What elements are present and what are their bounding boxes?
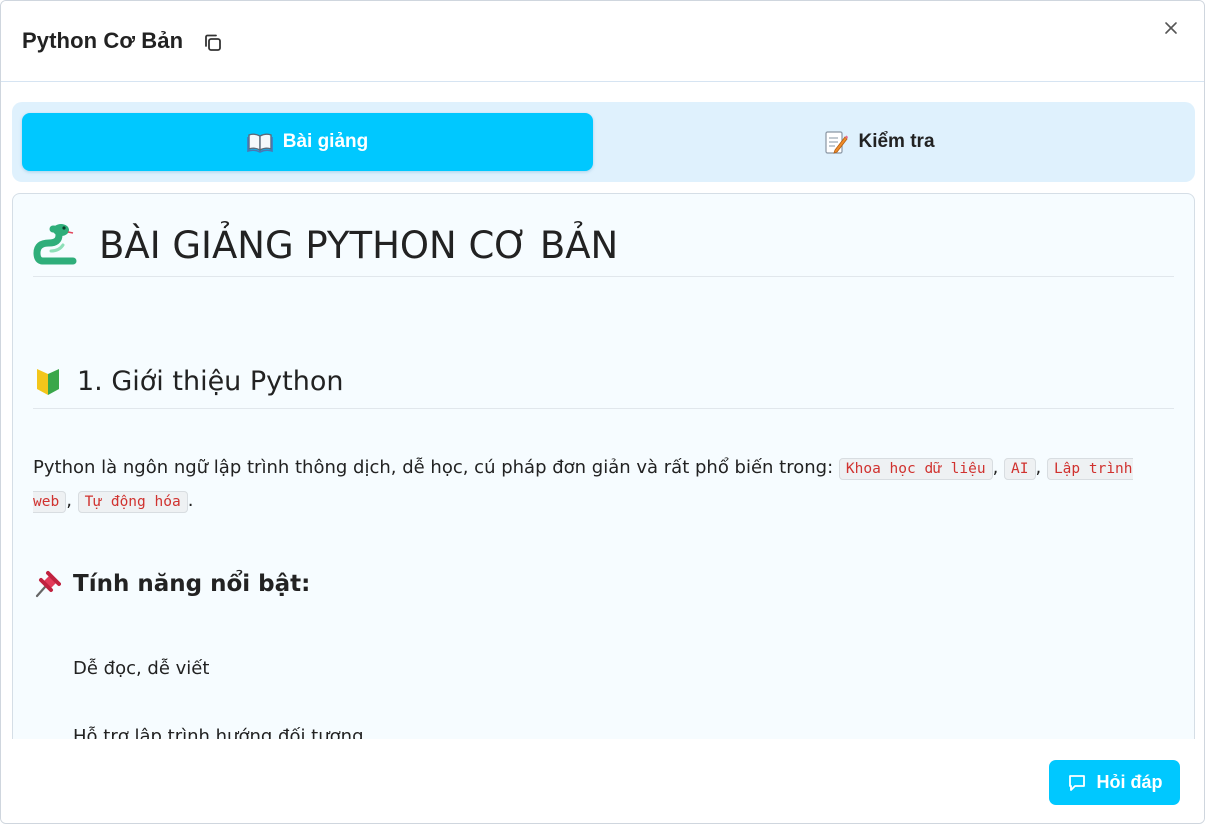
ask-button-label: Hỏi đáp: [1096, 772, 1163, 792]
section-title-text: 1. Giới thiệu Python: [77, 365, 344, 397]
lesson-dialog: Python Cơ Bản Bài giảng Kiểm tra BÀI GIẢ…: [0, 0, 1205, 824]
feature-item: Dễ đọc, dễ viết: [73, 658, 210, 679]
tab-lesson-label: Bài giảng: [282, 131, 369, 152]
features-title: Tính năng nổi bật:: [33, 570, 310, 598]
dialog-footer: Hỏi đáp: [1, 739, 1204, 823]
memo-icon: [824, 129, 849, 155]
tag-automation: Tự động hóa: [77, 491, 188, 513]
chat-icon: [1067, 773, 1087, 793]
beginner-icon: [33, 365, 63, 397]
tab-quiz[interactable]: Kiểm tra: [594, 113, 1165, 171]
pushpin-icon: [33, 570, 61, 598]
copy-icon[interactable]: [202, 32, 224, 54]
feature-item: Hỗ trợ lập trình hướng đối tượng: [73, 726, 364, 740]
ask-button[interactable]: Hỏi đáp: [1049, 760, 1180, 805]
book-icon: [246, 131, 273, 153]
dialog-title: Python Cơ Bản: [22, 28, 184, 53]
close-icon[interactable]: [1160, 20, 1182, 42]
tab-lesson[interactable]: Bài giảng: [22, 113, 593, 171]
section-title: 1. Giới thiệu Python: [33, 354, 1174, 409]
intro-paragraph: Python là ngôn ngữ lập trình thông dịch,…: [33, 457, 1133, 513]
features-title-text: Tính năng nổi bật:: [73, 571, 311, 597]
tab-quiz-label: Kiểm tra: [858, 131, 935, 152]
lesson-content[interactable]: BÀI GIẢNG PYTHON CƠ BẢN 1. Giới thiệu Py…: [12, 193, 1195, 740]
lesson-heading: BÀI GIẢNG PYTHON CƠ BẢN: [33, 214, 1174, 277]
dialog-header: Python Cơ Bản: [1, 1, 1204, 82]
intro-text: Python là ngôn ngữ lập trình thông dịch,…: [33, 457, 834, 478]
tag-ai: AI: [1004, 458, 1036, 480]
lesson-heading-text: BÀI GIẢNG PYTHON CƠ BẢN: [99, 223, 619, 267]
snake-icon: [33, 223, 81, 267]
tab-bar: Bài giảng Kiểm tra: [12, 102, 1195, 182]
tag-data-science: Khoa học dữ liệu: [838, 458, 993, 480]
